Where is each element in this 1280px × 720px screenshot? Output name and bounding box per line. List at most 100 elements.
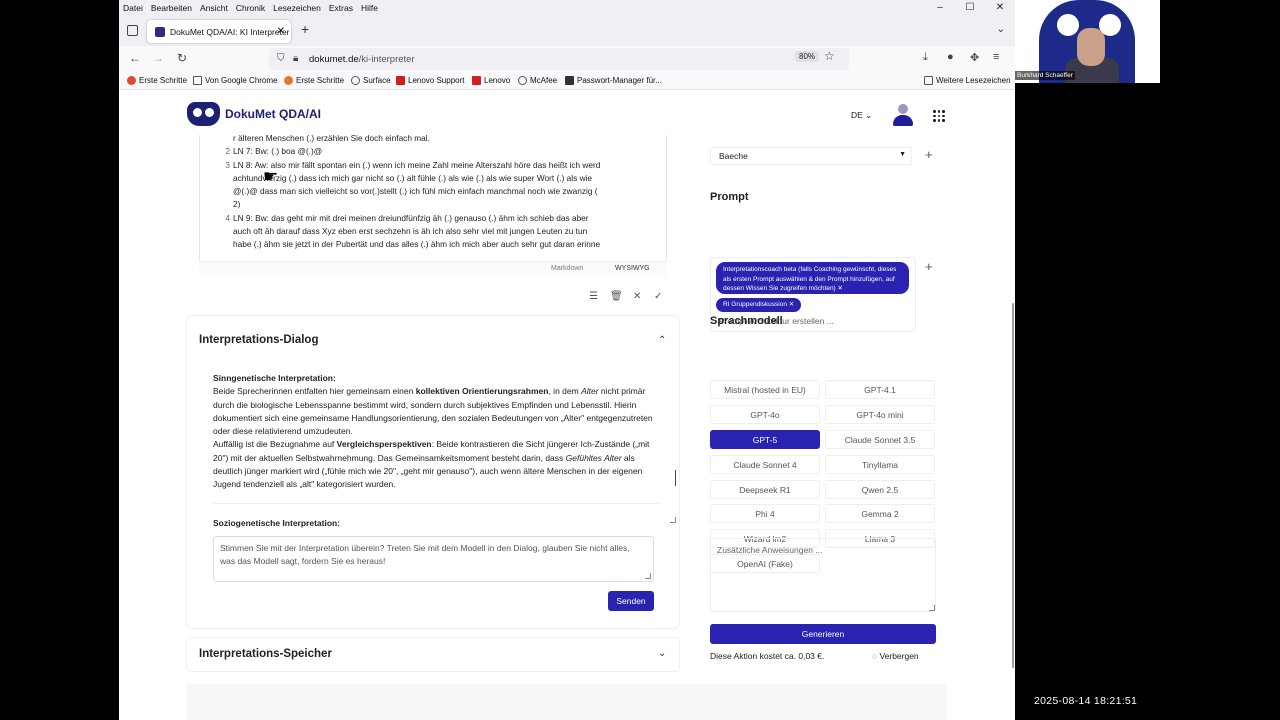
trash-icon[interactable]: 🗑︎ (610, 291, 623, 302)
dialog-scrollbar[interactable] (675, 470, 676, 486)
bookmark-folder[interactable]: Von Google Chrome (193, 76, 278, 85)
bookmarks-bar: Erste Schritte Von Google Chrome Erste S… (119, 72, 1015, 90)
bookmark-item[interactable]: Lenovo Support (396, 76, 465, 85)
menu-hilfe[interactable]: Hilfe (357, 3, 382, 13)
dropdown-arrow-icon: ▼ (899, 151, 906, 158)
hand-cursor-icon: ☛ (263, 167, 279, 186)
model-button-active[interactable]: GPT-5 (710, 430, 820, 449)
apps-grid-icon[interactable] (933, 110, 945, 122)
bookmark-folder-more[interactable]: Weitere Lesezeichen (924, 76, 1011, 85)
prompt-chip[interactable]: RI Gruppendiskussion ✕ (716, 298, 802, 312)
extensions-icon[interactable]: ✥ (970, 51, 979, 64)
project-select[interactable]: Baeche ▼ (710, 147, 912, 165)
model-button[interactable]: Qwen 2.5 (825, 480, 935, 499)
reload-button[interactable]: ↻ (177, 51, 187, 65)
editor-mode-bar: Markdown WYSIWYG (199, 261, 667, 277)
model-button[interactable]: GPT-4.1 (825, 380, 935, 399)
owl-logo-icon (187, 102, 220, 126)
model-button[interactable]: Phi 4 (710, 504, 820, 523)
url-host: dokumet.de (309, 53, 359, 65)
chevron-down-icon[interactable]: ⌄ (658, 648, 666, 659)
extra-instructions-textarea[interactable]: Zusätzliche Anweisungen ... (710, 538, 936, 612)
cancel-icon[interactable]: ✕ (633, 291, 641, 302)
tab-overview-icon[interactable] (127, 25, 138, 36)
markdown-mode-tab[interactable]: Markdown (551, 265, 583, 272)
confirm-check-icon[interactable]: ✓ (654, 291, 662, 302)
user-avatar-icon[interactable] (893, 104, 913, 126)
menu-extras[interactable]: Extras (325, 3, 357, 13)
model-button[interactable]: Claude Sonnet 3.5 (825, 430, 935, 449)
folder-icon (193, 76, 202, 85)
resize-handle-icon[interactable] (645, 573, 651, 579)
window-controls: – ☐ ✕ (925, 0, 1015, 16)
bookmark-item[interactable]: Erste Schritte (284, 76, 344, 85)
interpretation-paragraph: Auffällig ist die Bezugnahme auf Verglei… (213, 439, 650, 490)
menu-ansicht[interactable]: Ansicht (196, 3, 232, 13)
presenter-face (1077, 28, 1105, 66)
bookmark-item[interactable]: Passwort-Manager für... (565, 76, 662, 85)
forward-button[interactable]: → (152, 51, 164, 65)
new-tab-button[interactable]: + (301, 21, 309, 37)
presenter-name: Burkhard Schaeffer (1015, 71, 1075, 80)
minimize-button[interactable]: – (925, 0, 955, 16)
settings-sidebar: Baeche ▼ + Prompt Interpretationscoach be… (698, 135, 944, 675)
url-path: /ki-interpreter (358, 53, 415, 65)
resize-handle-icon[interactable] (929, 605, 935, 611)
tab-close-icon[interactable]: ✕ (277, 26, 285, 37)
menu-icon[interactable]: ≡ (993, 51, 999, 63)
tab-list-chevron-icon[interactable]: ⌄ (997, 24, 1005, 35)
menu-bearbeiten[interactable]: Bearbeiten (147, 3, 196, 13)
url-bar[interactable]: ⛉ 🔒︎ dokumet.de/ki-interpreter (269, 48, 849, 70)
lock-icon[interactable]: 🔒︎ (293, 53, 298, 64)
hide-toggle[interactable]: ◌ Verbergen (872, 651, 919, 661)
menu-chronik[interactable]: Chronik (232, 3, 269, 13)
dialog-title[interactable]: Interpretations-Dialog (199, 334, 318, 346)
wysiwyg-mode-tab[interactable]: WYSIWYG (615, 265, 650, 272)
resize-handle-icon[interactable] (670, 517, 676, 523)
add-project-icon[interactable]: + (925, 147, 933, 162)
model-button[interactable]: GPT-4o mini (825, 405, 935, 424)
tab-active[interactable]: DokuMet QDA/AI: KI Interpreter ✕ (147, 20, 291, 43)
globe-icon (518, 76, 527, 85)
bookmark-item[interactable]: Surface (351, 76, 391, 85)
model-button[interactable]: GPT-4o (710, 405, 820, 424)
reply-textarea[interactable]: Stimmen Sie mit der Interpretation übere… (213, 536, 654, 582)
app-logo[interactable]: DokuMet QDA/AI (187, 102, 321, 126)
close-window-button[interactable]: ✕ (985, 0, 1015, 16)
bookmark-item[interactable]: Erste Schritte (127, 76, 187, 85)
bookmark-star-icon[interactable]: ☆ (824, 49, 835, 63)
bookmark-item[interactable]: McAfee (518, 76, 557, 85)
memory-title[interactable]: Interpretations-Speicher (199, 648, 332, 660)
zoom-indicator[interactable]: 80% (795, 51, 820, 62)
language-select[interactable]: DE ⌄ (851, 110, 872, 121)
firefox-icon (284, 76, 293, 85)
globe-icon (351, 76, 360, 85)
bookmark-item[interactable]: Lenovo (472, 76, 510, 85)
transcript-editor[interactable]: r älteren Menschen (.) erzählen Sie doch… (199, 135, 667, 277)
eye-off-icon: ◌ (872, 651, 878, 661)
downloads-icon[interactable]: ⤓ (923, 51, 928, 64)
model-button[interactable]: Gemma 2 (825, 504, 935, 523)
menu-lesezeichen[interactable]: Lesezeichen (269, 3, 325, 13)
menu-datei[interactable]: Datei (119, 3, 147, 13)
shield-icon[interactable]: ⛉ (277, 53, 285, 64)
tab-bar: DokuMet QDA/AI: KI Interpreter ✕ + ⌄ (119, 16, 1015, 46)
generate-button[interactable]: Generieren (710, 624, 936, 644)
format-list-icon[interactable]: ☰ (589, 291, 598, 302)
model-button[interactable]: Tinyllama (825, 455, 935, 474)
chevron-up-icon[interactable]: ⌃ (658, 335, 666, 346)
prompt-chip[interactable]: Interpretationscoach beta (falls Coachin… (716, 262, 909, 294)
page-scrollbar[interactable] (1012, 303, 1014, 668)
maximize-button[interactable]: ☐ (955, 0, 985, 16)
soziogenetisch-heading: Soziogenetische Interpretation: (213, 518, 341, 528)
add-prompt-icon[interactable]: + (925, 259, 933, 274)
model-button[interactable]: Mistral (hosted in EU) (710, 380, 820, 399)
profile-icon[interactable]: ● (947, 51, 954, 63)
send-button[interactable]: Senden (608, 591, 654, 611)
chip-remove-icon[interactable]: ✕ (838, 285, 843, 292)
chip-remove-icon[interactable]: ✕ (789, 301, 794, 308)
back-button[interactable]: ← (129, 51, 141, 65)
model-button[interactable]: Deepseek R1 (710, 480, 820, 499)
prompt-title: Prompt (710, 191, 749, 203)
model-button[interactable]: Claude Sonnet 4 (710, 455, 820, 474)
